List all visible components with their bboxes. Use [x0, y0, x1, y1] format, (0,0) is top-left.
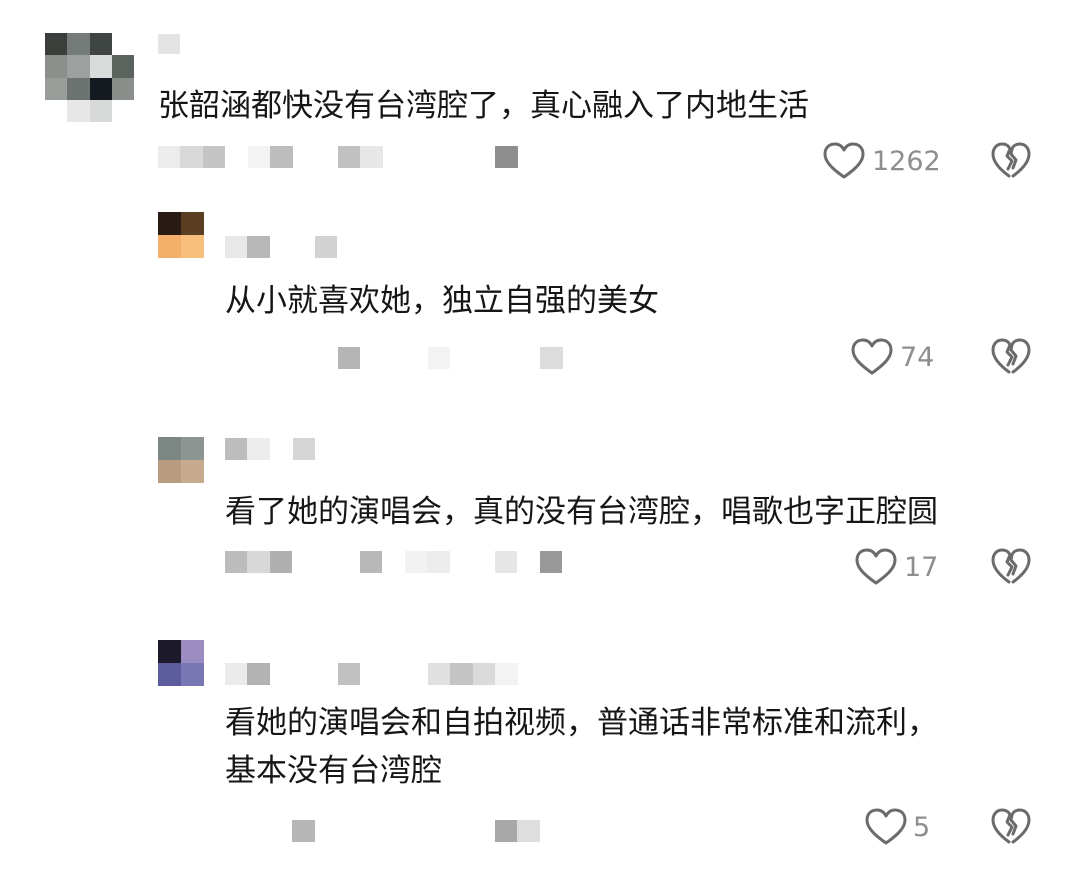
heart-outline-icon[interactable] — [823, 142, 865, 180]
avatar[interactable] — [158, 437, 204, 483]
comment-text-line-2: 基本没有台湾腔 — [225, 753, 442, 789]
broken-heart-icon[interactable] — [991, 338, 1031, 376]
like-count: 1262 — [872, 146, 941, 177]
username[interactable] — [225, 663, 525, 685]
like-count: 5 — [913, 812, 931, 843]
comment-meta — [225, 551, 570, 573]
broken-heart-icon[interactable] — [991, 142, 1031, 180]
username[interactable] — [225, 438, 325, 460]
username[interactable] — [225, 236, 345, 258]
comment-text: 从小就喜欢她，独立自强的美女 — [225, 283, 659, 319]
comment-text: 看了她的演唱会，真的没有台湾腔，唱歌也字正腔圆 — [225, 494, 938, 530]
heart-outline-icon[interactable] — [855, 548, 897, 586]
avatar[interactable] — [158, 640, 204, 686]
avatar[interactable] — [158, 212, 204, 258]
comment-meta — [338, 347, 568, 369]
heart-outline-icon[interactable] — [865, 808, 907, 846]
comment-meta — [158, 146, 528, 168]
broken-heart-icon[interactable] — [991, 548, 1031, 586]
comment-text-line-1: 看她的演唱会和自拍视频，普通话非常标准和流利， — [225, 705, 938, 741]
comment-text: 张韶涵都快没有台湾腔了，真心融入了内地生活 — [158, 88, 809, 124]
avatar[interactable] — [42, 30, 136, 122]
heart-outline-icon[interactable] — [851, 338, 893, 376]
like-count: 17 — [904, 552, 939, 583]
username[interactable] — [158, 34, 180, 54]
like-count: 74 — [900, 342, 935, 373]
broken-heart-icon[interactable] — [991, 808, 1031, 846]
comment-meta — [292, 820, 552, 842]
